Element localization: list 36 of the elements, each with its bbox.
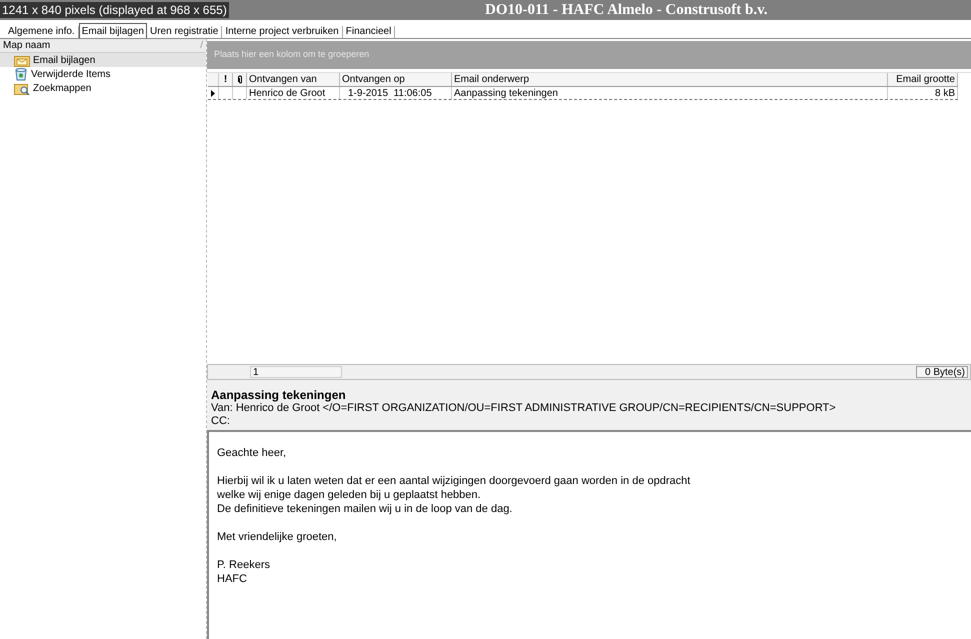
column-header[interactable]: Ontvangen van: [249, 72, 317, 87]
email-subject: Aanpassing tekeningen: [211, 388, 347, 402]
cc-line: CC:: [211, 415, 231, 428]
table-cell-text: 1-9-2015 11:06:05: [348, 86, 432, 100]
column-header[interactable]: Map naam /: [0, 39, 206, 53]
folder-item[interactable]: Email bijlagen: [0, 53, 206, 67]
tab[interactable]: Email bijlagen: [78, 23, 147, 38]
envelope-folder-icon: [14, 54, 30, 66]
search-folder-icon: [14, 82, 30, 94]
total-size: 0 Byte(s): [916, 366, 968, 378]
table-cell-text: Henrico de Groot: [249, 86, 326, 100]
table-row[interactable]: Henrico de Groot 1-9-2015 11:06:05 Aanpassing tekeningen 8 kB: [208, 87, 958, 100]
body-text-line: Geachte heer,: [217, 446, 288, 460]
paperclip-icon: [236, 75, 242, 84]
row-pointer-icon: [211, 90, 215, 96]
body-text-line: Hierbij wil ik u laten weten dat er een aantal wijzigingen doorgevoerd gaan worden in de opdracht: [217, 474, 692, 488]
body-text-line: welke wij enige dagen geleden bij u geplaatst hebben.: [217, 488, 482, 502]
image-size-caption: 1241 x 840 pixels (displayed at 968 x 655): [0, 2, 229, 18]
sender-line: Van: Henrico de Groot </O=FIRST ORGANIZATION/OU=FIRST ADMINISTRATIVE GROUP/CN=RECIPIENTS/CN=SUPPORT>: [211, 402, 837, 415]
column-header[interactable]: !: [224, 72, 228, 87]
table-cell-text: Aanpassing tekeningen: [454, 86, 558, 100]
column-header[interactable]: Email onderwerp: [454, 72, 530, 87]
body-text-line: Met vriendelijke groeten,: [217, 530, 338, 544]
tab[interactable]: Algemene info.: [5, 26, 79, 38]
table-cell-text: 8 kB: [934, 86, 955, 100]
column-header[interactable]: Ontvangen op: [342, 72, 405, 87]
window-title: DO10-011 - HAFC Almelo - Construsoft b.v.: [485, 0, 768, 20]
column-header[interactable]: Email grootte: [896, 72, 955, 87]
body-text-line: HAFC: [217, 572, 248, 586]
group-by-area: Plaats hier een kolom om te groeperen: [207, 41, 971, 69]
body-text-line: P. Reekers: [217, 558, 271, 572]
recycle-bin-icon: [14, 67, 28, 81]
record-count: 1: [250, 366, 342, 378]
folder-item[interactable]: Zoekmappen: [0, 81, 206, 95]
folder-item[interactable]: Verwijderde Items: [0, 67, 206, 81]
body-text-line: De definitieve tekeningen mailen wij u in de loop van de dag.: [217, 502, 514, 516]
